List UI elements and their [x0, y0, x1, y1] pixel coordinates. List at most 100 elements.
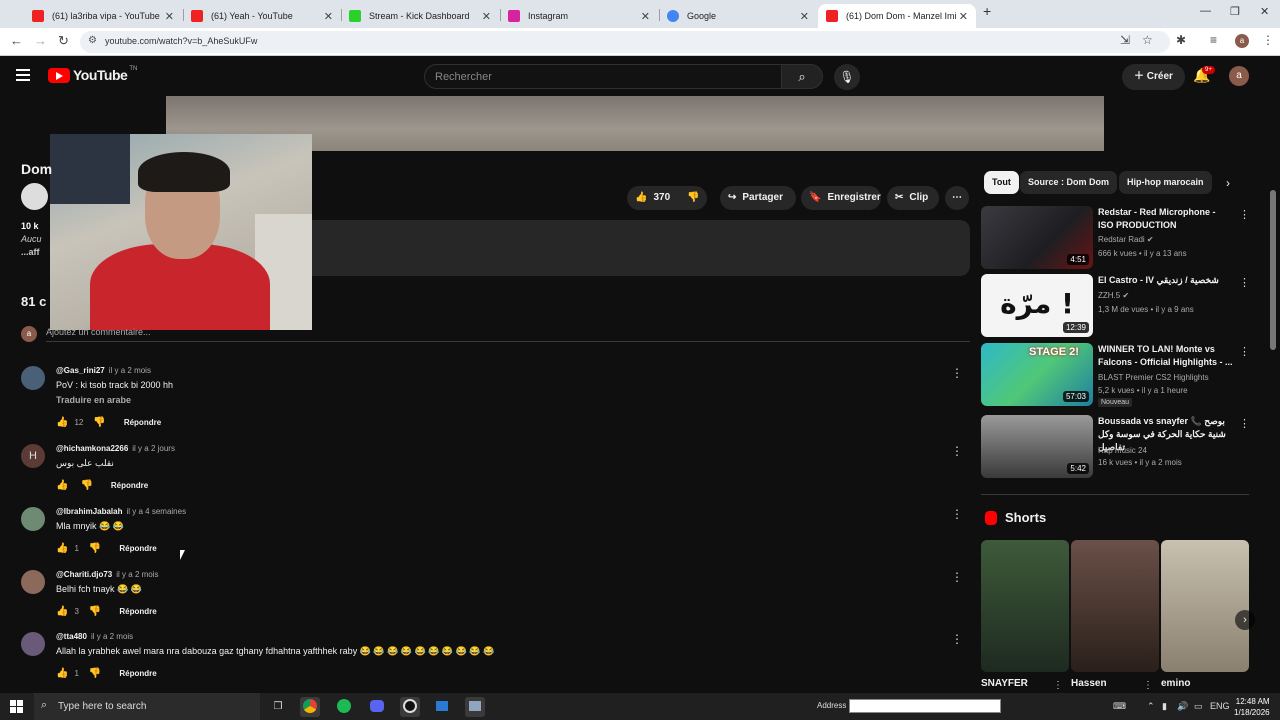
windows-start-icon[interactable]	[10, 700, 23, 713]
rec-channel[interactable]: Redstar Radi ✔	[1098, 235, 1154, 244]
video-thumbnail[interactable]: 5:42	[981, 415, 1093, 478]
spotify-icon[interactable]	[334, 697, 354, 717]
short-menu-icon[interactable]: ⋮	[1053, 680, 1063, 691]
comment-author[interactable]: @hichamkona2266 il y a 2 jours	[56, 444, 175, 453]
minimize-icon[interactable]: —	[1200, 5, 1211, 17]
install-icon[interactable]: ⇲	[1120, 33, 1130, 47]
close-icon[interactable]: ✕	[641, 10, 650, 23]
new-tab-icon[interactable]: +	[983, 3, 991, 19]
share-button[interactable]: ↪ Partager	[720, 186, 796, 210]
save-button[interactable]: 🔖 Enregistrer	[801, 186, 881, 210]
author-handle[interactable]: @Gas_rini27	[56, 366, 105, 375]
comment-time[interactable]: il y a 4 semaines	[127, 507, 187, 516]
author-handle[interactable]: @tta480	[56, 632, 87, 641]
comment-menu-icon[interactable]: ⋮	[951, 507, 963, 521]
obs-icon[interactable]	[400, 697, 420, 717]
comment-time[interactable]: il y a 2 jours	[132, 444, 175, 453]
rec-menu-icon[interactable]: ⋮	[1239, 417, 1250, 430]
menu-kebab-icon[interactable]: ⋮	[1262, 33, 1274, 47]
thumbs-down-icon[interactable]: 👎	[89, 543, 101, 554]
battery-icon[interactable]: ▭	[1194, 701, 1203, 712]
tab-la3riba[interactable]: (61) la3riba vipa - YouTube ✕	[24, 4, 182, 28]
thumbs-up-icon[interactable]: 👍	[56, 417, 68, 428]
commenter-avatar[interactable]	[21, 632, 45, 656]
comment-time[interactable]: il y a 2 mois	[109, 366, 151, 375]
description-box[interactable]	[312, 220, 970, 276]
comment-menu-icon[interactable]: ⋮	[951, 366, 963, 380]
task-view-icon[interactable]: ❒	[268, 697, 288, 717]
rec-channel[interactable]: Rap music 24	[1098, 446, 1147, 455]
close-window-icon[interactable]: ✕	[1260, 5, 1269, 18]
tab-search-icon[interactable]: ≡	[1210, 33, 1217, 47]
thumbs-down-icon[interactable]: 👎	[89, 606, 101, 617]
app-window-icon[interactable]	[465, 697, 485, 717]
tab-kick[interactable]: Stream - Kick Dashboard ✕	[341, 4, 499, 28]
tab-yeah[interactable]: (61) Yeah - YouTube ✕	[183, 4, 341, 28]
recommendation-item[interactable]: مرّة ! 12:39 El Castro - IV شخصية / زندي…	[981, 274, 1261, 338]
thumbs-up-icon[interactable]: 👍	[56, 543, 68, 554]
tab-dom-dom[interactable]: (61) Dom Dom - Manzel Imine ✕	[818, 4, 976, 28]
commenter-avatar[interactable]: H	[21, 444, 45, 468]
rec-title[interactable]: WINNER TO LAN! Monte vs Falcons - Offici…	[1098, 343, 1233, 369]
dislike-button[interactable]: 👎	[687, 186, 699, 210]
comment-menu-icon[interactable]: ⋮	[951, 570, 963, 584]
channel-name[interactable]: Redstar Radi	[1098, 235, 1145, 244]
tray-chevron-up-icon[interactable]: ⌃	[1147, 701, 1155, 712]
short-thumbnail[interactable]	[1071, 540, 1159, 672]
add-comment-input[interactable]: Ajoutez un commentaire...	[46, 327, 151, 337]
taskbar-clock[interactable]: 12:48 AM 1/18/2026	[1234, 696, 1270, 718]
comment-time[interactable]: il y a 2 mois	[116, 570, 158, 579]
voice-search-button[interactable]: 🎙	[834, 64, 860, 90]
site-info-icon[interactable]: ⚙	[88, 35, 97, 46]
recommendation-item[interactable]: 4:51 Redstar - Red Microphone - ISO PROD…	[981, 206, 1261, 270]
thumbs-down-icon[interactable]: 👎	[93, 417, 105, 428]
bookmark-star-icon[interactable]: ☆	[1142, 33, 1153, 47]
comment-author[interactable]: @Gas_rini27 il y a 2 mois	[56, 366, 151, 375]
close-icon[interactable]: ✕	[800, 10, 809, 23]
rec-channel[interactable]: BLAST Premier CS2 Highlights	[1098, 373, 1209, 382]
comment-time[interactable]: il y a 2 mois	[91, 632, 133, 641]
video-thumbnail[interactable]: 4:51	[981, 206, 1093, 269]
close-icon[interactable]: ✕	[324, 10, 333, 23]
comment-author[interactable]: @Chariti.djo73 il y a 2 mois	[56, 570, 159, 579]
app-window-icon[interactable]	[432, 697, 452, 717]
reload-icon[interactable]: ↻	[58, 33, 69, 49]
reply-button[interactable]: Répondre	[119, 669, 156, 678]
commenter-avatar[interactable]	[21, 366, 45, 390]
keyboard-icon[interactable]: ⌨	[1113, 701, 1126, 712]
thumbs-down-icon[interactable]: 👎	[89, 668, 101, 679]
short-title[interactable]: Hassen	[1071, 678, 1107, 689]
close-icon[interactable]: ✕	[165, 10, 174, 23]
youtube-logo[interactable]: YouTube TN	[48, 66, 137, 83]
translate-link[interactable]: Traduire en arabe	[56, 395, 131, 405]
thumbs-up-icon[interactable]: 👍	[56, 606, 68, 617]
address-bar[interactable]: ⚙ youtube.com/watch?v=b_AheSukUFw	[80, 31, 1170, 53]
chip-source[interactable]: Source : Dom Dom	[1020, 171, 1118, 194]
page-scrollbar[interactable]	[1270, 190, 1276, 350]
more-actions-button[interactable]: ⋯	[945, 186, 969, 210]
channel-name[interactable]: ZZH.5	[1098, 291, 1120, 300]
chrome-icon[interactable]	[300, 697, 320, 717]
comment-author[interactable]: @IbrahimJabalah il y a 4 semaines	[56, 507, 186, 516]
chip-all[interactable]: Tout	[984, 171, 1019, 194]
close-icon[interactable]: ✕	[959, 10, 968, 23]
language-indicator[interactable]: ENG	[1210, 701, 1230, 711]
chevron-right-icon[interactable]: ›	[1235, 610, 1255, 630]
search-input[interactable]: Rechercher	[424, 64, 782, 89]
like-button[interactable]: 👍 370	[635, 186, 670, 210]
commenter-avatar[interactable]	[21, 507, 45, 531]
rec-channel[interactable]: ZZH.5 ✔	[1098, 291, 1129, 300]
author-handle[interactable]: @Chariti.djo73	[56, 570, 112, 579]
channel-avatar[interactable]	[21, 183, 48, 210]
short-title[interactable]: SNAYFER	[981, 678, 1028, 689]
short-menu-icon[interactable]: ⋮	[1143, 680, 1153, 691]
thumbs-down-icon[interactable]: 👎	[80, 480, 92, 491]
rec-title[interactable]: El Castro - IV شخصية / زنديقي	[1098, 274, 1233, 287]
browser-profile-avatar[interactable]: a	[1235, 34, 1249, 48]
search-button[interactable]: ⌕	[781, 64, 823, 89]
hamburger-menu-icon[interactable]	[16, 69, 30, 81]
short-thumbnail[interactable]	[981, 540, 1069, 672]
video-thumbnail[interactable]: STAGE 2! 57:03	[981, 343, 1093, 406]
reply-button[interactable]: Répondre	[119, 544, 156, 553]
back-icon[interactable]: ←	[10, 33, 23, 48]
